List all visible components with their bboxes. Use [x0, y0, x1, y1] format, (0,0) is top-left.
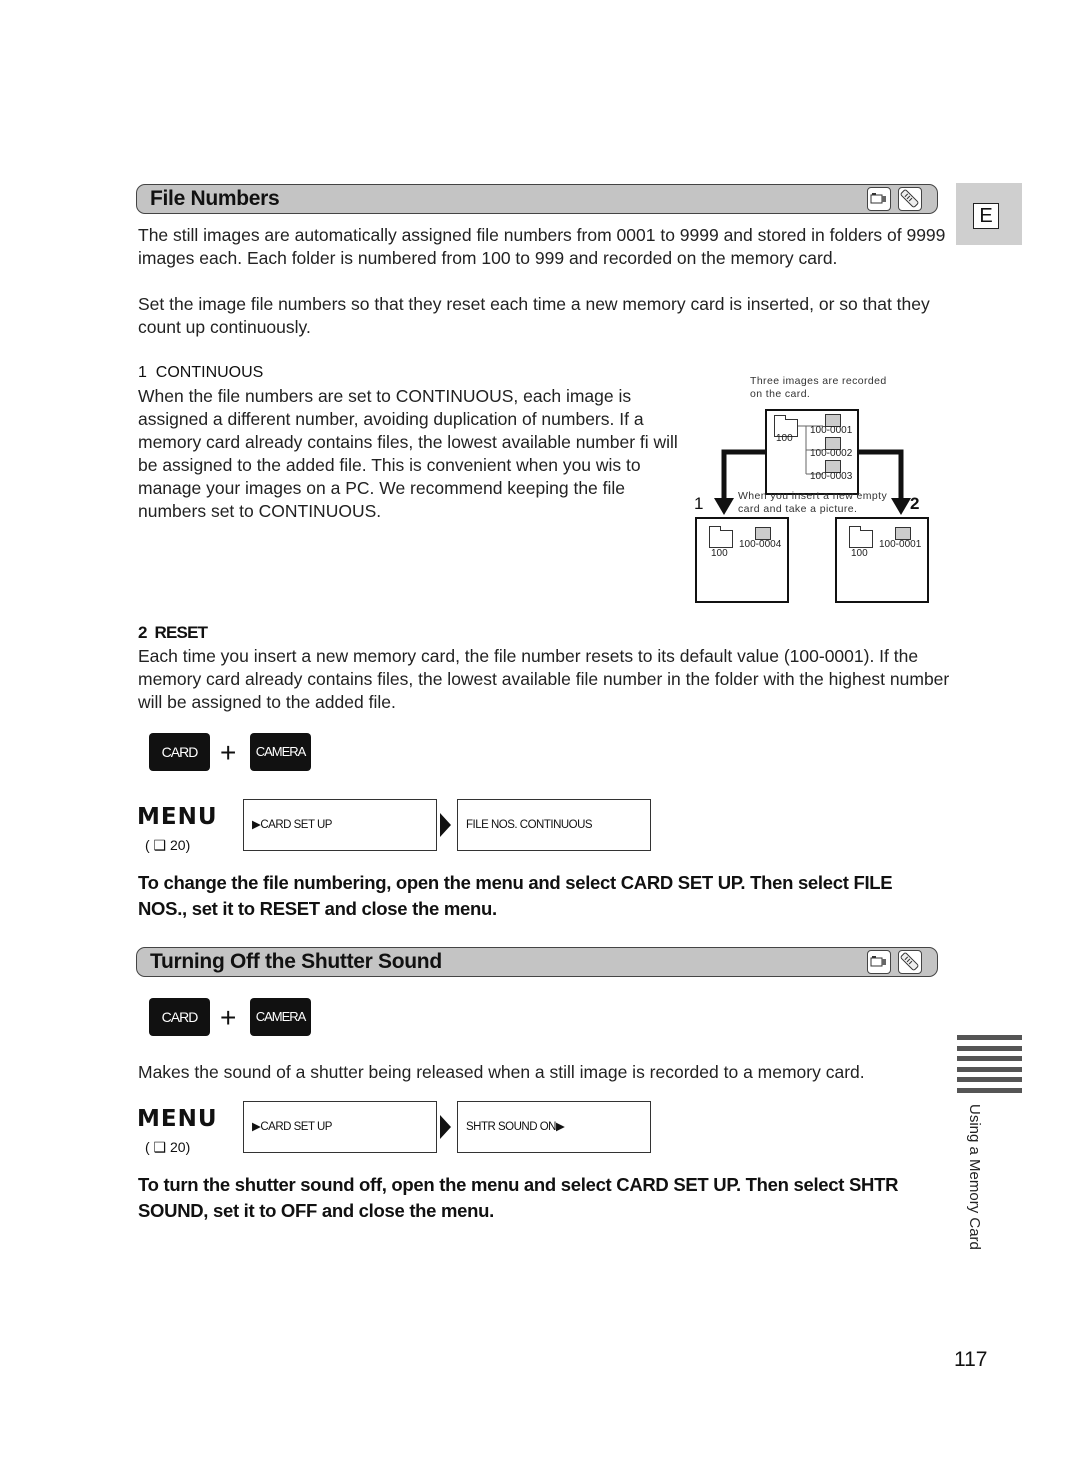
- file-number-diagram: Three images are recorded on the card. 1…: [690, 370, 940, 610]
- diagram-label-1: 1: [694, 494, 704, 513]
- section-header-shutter-sound: Turning Off the Shutter Sound: [136, 947, 938, 977]
- chapter-label: Using a Memory Card: [966, 1104, 983, 1250]
- menu-label: MENU: [137, 1106, 218, 1132]
- page-reference: ( ❑ 20): [145, 1139, 191, 1155]
- top-folder-label: 100: [776, 433, 793, 444]
- section-title: Turning Off the Shutter Sound: [150, 950, 442, 973]
- folder-icon: [709, 526, 733, 548]
- top-file-1: 100-0001: [810, 425, 853, 436]
- top-file-3: 100-0003: [810, 471, 853, 482]
- menu-screen-shtr-sound: SHTR SOUND ON▶: [457, 1101, 651, 1153]
- language-tab: E: [956, 183, 1022, 245]
- next-step-arrow-icon: [440, 813, 451, 837]
- right-file: 100-0001: [879, 539, 922, 550]
- item2-body: Each time you insert a new memory card, …: [138, 646, 950, 712]
- menu-screen-card-setup: ▶CARD SET UP: [243, 1101, 437, 1153]
- menu-label: MENU: [137, 804, 218, 830]
- remote-control-icon: [898, 187, 922, 211]
- chapter-marker-bars: [957, 1035, 1022, 1098]
- diagram-middle-caption: When you insert a new empty card and tak…: [738, 490, 888, 515]
- left-folder-label: 100: [711, 548, 728, 559]
- card-mode-button: CARD: [149, 733, 210, 771]
- item1-body: When the file numbers are set to CONTINU…: [138, 386, 678, 521]
- shutter-sound-description: Makes the sound of a shutter being relea…: [138, 1062, 865, 1082]
- diagram-label-2: 2: [910, 494, 920, 513]
- intro-paragraph-1: The still images are automatically assig…: [138, 225, 946, 268]
- intro-paragraph-2: Set the image file numbers so that they …: [138, 294, 930, 337]
- item2-heading: 2 RESET: [138, 623, 208, 643]
- page-reference: ( ❑ 20): [145, 837, 191, 853]
- camera-mode-button: CAMERA: [250, 998, 311, 1036]
- plus-sign: +: [220, 737, 237, 768]
- camcorder-icon: [867, 950, 891, 974]
- plus-sign: +: [220, 1002, 237, 1033]
- folder-icon: [849, 526, 873, 548]
- instruction-shutter-sound: To turn the shutter sound off, open the …: [138, 1174, 899, 1221]
- camera-mode-button: CAMERA: [250, 733, 311, 771]
- camcorder-icon: [867, 187, 891, 211]
- item1-number: 1: [138, 364, 147, 381]
- language-letter: E: [973, 203, 999, 229]
- menu-screen-card-setup: ▶CARD SET UP: [243, 799, 437, 851]
- item1-heading: 1 CONTINUOUS: [138, 364, 263, 382]
- menu-screen-file-nos: FILE NOS. CONTINUOUS: [457, 799, 651, 851]
- section-header-file-numbers: File Numbers: [136, 184, 938, 214]
- item1-label: CONTINUOUS: [155, 364, 264, 381]
- right-folder-label: 100: [851, 548, 868, 559]
- left-file: 100-0004: [739, 539, 782, 550]
- top-file-2: 100-0002: [810, 448, 853, 459]
- item2-number: 2: [138, 623, 147, 642]
- next-step-arrow-icon: [440, 1115, 451, 1139]
- section-title: File Numbers: [150, 187, 280, 210]
- remote-control-icon: [898, 950, 922, 974]
- item2-label: RESET: [154, 623, 208, 642]
- card-mode-button: CARD: [149, 998, 210, 1036]
- page-number: 117: [954, 1348, 988, 1371]
- instruction-file-numbering: To change the file numbering, open the m…: [138, 872, 893, 919]
